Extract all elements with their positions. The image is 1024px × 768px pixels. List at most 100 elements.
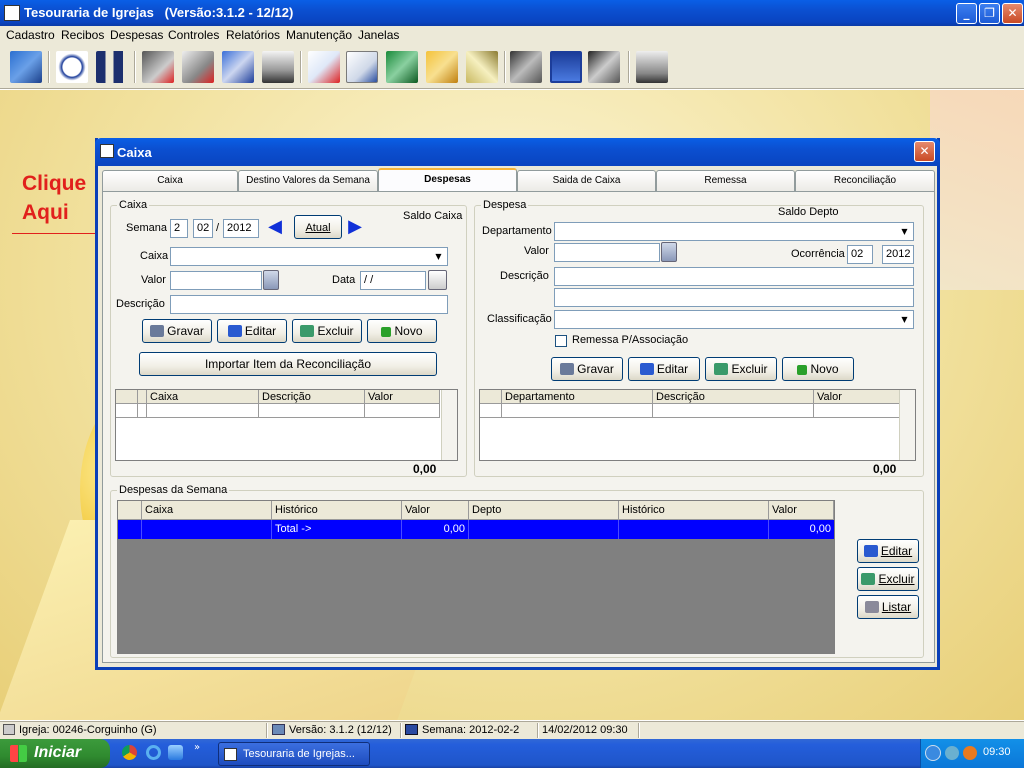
calculator-icon[interactable] — [263, 270, 279, 290]
semana-listar-button[interactable]: Listar — [857, 595, 919, 619]
help-check-icon[interactable] — [308, 51, 340, 83]
menu-janelas[interactable]: Janelas — [358, 28, 399, 42]
grid-header-valor[interactable]: Valor — [365, 390, 440, 404]
caixa-valor-input[interactable] — [170, 271, 262, 290]
tab-saida-caixa[interactable]: Saida de Caixa — [517, 170, 656, 191]
grid-header-descricao[interactable]: Descrição — [259, 390, 365, 404]
menu-cadastro[interactable]: Cadastro — [6, 28, 55, 42]
money-transfer-icon[interactable] — [386, 51, 418, 83]
grid-header-historico[interactable]: Histórico — [272, 501, 402, 520]
caixa-excluir-button[interactable]: Excluir — [292, 319, 362, 343]
menu-despesas[interactable]: Despesas — [110, 28, 163, 42]
minimize-button[interactable]: _ — [956, 3, 977, 24]
table-row[interactable] — [480, 404, 502, 418]
table-row[interactable] — [116, 404, 138, 418]
calendar-picker-icon[interactable] — [428, 270, 447, 290]
semana-editar-button[interactable]: Editar — [857, 539, 919, 563]
grid-header-historico-2[interactable]: Histórico — [619, 501, 769, 520]
menu-recibos[interactable]: Recibos — [61, 28, 104, 42]
caixa-grid[interactable]: Caixa Descrição Valor — [115, 389, 458, 461]
calculator-icon[interactable] — [661, 242, 677, 262]
grid-header-caixa[interactable]: Caixa — [142, 501, 272, 520]
grid-header-descricao[interactable]: Descrição — [653, 390, 814, 404]
menu-relatorios[interactable]: Relatórios — [226, 28, 280, 42]
atual-button[interactable]: Atual — [294, 215, 342, 239]
departamento-combo[interactable]: ▼ — [554, 222, 914, 241]
restore-button[interactable]: ❐ — [979, 3, 1000, 24]
clock-calendar-icon[interactable] — [56, 51, 88, 83]
semana-year-input[interactable]: 2012 — [223, 219, 259, 238]
quick-launch-icon[interactable] — [168, 745, 183, 760]
reconcile-icon[interactable] — [466, 51, 498, 83]
grid-header-departamento[interactable]: Departamento — [502, 390, 653, 404]
antivirus-icon[interactable] — [963, 746, 977, 760]
semana-number-input[interactable]: 2 — [170, 219, 188, 238]
tab-despesas[interactable]: Despesas — [378, 168, 517, 192]
grid-header-depto[interactable]: Depto — [469, 501, 619, 520]
caixa-descricao-input[interactable] — [170, 295, 448, 314]
despesa-grid[interactable]: Departamento Descrição Valor — [479, 389, 916, 461]
taskbar-app-button[interactable]: Tesouraria de Igrejas... — [218, 742, 370, 766]
tab-caixa[interactable]: Caixa — [102, 170, 238, 191]
delete-icon — [300, 325, 315, 337]
despesas-semana-grid[interactable]: Caixa Histórico Valor Depto Histórico Va… — [117, 500, 835, 654]
tray-expand-icon[interactable] — [925, 745, 941, 761]
network-computer-icon[interactable] — [636, 51, 668, 83]
despesa-valor-input[interactable] — [554, 243, 660, 262]
grid-header-caixa[interactable]: Caixa — [147, 390, 259, 404]
tab-destino-valores[interactable]: Destino Valores da Semana — [238, 170, 378, 191]
maintenance-icon[interactable] — [510, 51, 542, 83]
tab-reconciliacao[interactable]: Reconciliação — [795, 170, 935, 191]
grid-header-valor-2[interactable]: Valor — [769, 501, 834, 520]
form-edit-icon[interactable] — [346, 51, 378, 83]
chrome-icon[interactable] — [122, 745, 137, 760]
internet-explorer-icon[interactable] — [146, 745, 161, 760]
cash-box-icon[interactable] — [426, 51, 458, 83]
caixa-gravar-button[interactable]: Gravar — [142, 319, 212, 343]
semana-excluir-button[interactable]: Excluir — [857, 567, 919, 591]
ocorrencia-year-input[interactable]: 2012 — [882, 245, 914, 264]
caixa-novo-button[interactable]: Novo — [367, 319, 437, 343]
exit-door-icon[interactable] — [10, 51, 42, 83]
grid-scrollbar[interactable] — [441, 390, 457, 460]
chevron-down-icon[interactable]: ▼ — [897, 312, 912, 327]
despesa-descricao-input[interactable] — [554, 267, 914, 286]
grid-header-valor[interactable]: Valor — [814, 390, 900, 404]
next-week-icon[interactable]: ▶ — [344, 216, 366, 238]
tab-remessa[interactable]: Remessa — [656, 170, 795, 191]
chevron-down-icon[interactable]: ▼ — [431, 249, 446, 264]
remessa-checkbox[interactable] — [555, 335, 567, 347]
quick-launch-more-icon[interactable]: » — [194, 742, 200, 753]
table-row-selected[interactable]: Total -> 0,00 0,00 — [118, 520, 834, 539]
despesa-excluir-button[interactable]: Excluir — [705, 357, 777, 381]
printer-icon[interactable] — [262, 51, 294, 83]
key-list-icon[interactable] — [142, 51, 174, 83]
classificacao-combo[interactable]: ▼ — [554, 310, 914, 329]
edit-document-icon[interactable] — [182, 51, 214, 83]
despesa-gravar-button[interactable]: Gravar — [551, 357, 623, 381]
grid-header-valor[interactable]: Valor — [402, 501, 469, 520]
saldo-caixa-label: Saldo Caixa — [403, 210, 463, 222]
menu-controles[interactable]: Controles — [168, 28, 219, 42]
chevron-down-icon[interactable]: ▼ — [897, 224, 912, 239]
prev-week-icon[interactable]: ◀ — [264, 216, 286, 238]
caixa-editar-button[interactable]: Editar — [217, 319, 287, 343]
despesa-editar-button[interactable]: Editar — [628, 357, 700, 381]
network-icon[interactable] — [945, 746, 959, 760]
calculator-icon[interactable] — [550, 51, 582, 83]
data-input[interactable]: / / — [360, 271, 426, 290]
documents-stack-icon[interactable] — [222, 51, 254, 83]
start-button[interactable]: Iniciar — [0, 739, 110, 768]
close-app-button[interactable]: ✕ — [1002, 3, 1023, 24]
caixa-combo[interactable]: ▼ — [170, 247, 448, 266]
despesa-descricao-input-2[interactable] — [554, 288, 914, 307]
grid-scrollbar[interactable] — [899, 390, 915, 460]
people-icon[interactable] — [96, 51, 128, 83]
menu-manutencao[interactable]: Manutenção — [286, 28, 352, 42]
ocorrencia-month-input[interactable]: 02 — [847, 245, 873, 264]
semana-month-input[interactable]: 02 — [193, 219, 213, 238]
user-safe-icon[interactable] — [588, 51, 620, 83]
importar-reconciliacao-button[interactable]: Importar Item da Reconciliação — [139, 352, 437, 376]
close-dialog-button[interactable]: ✕ — [914, 141, 935, 162]
despesa-novo-button[interactable]: Novo — [782, 357, 854, 381]
